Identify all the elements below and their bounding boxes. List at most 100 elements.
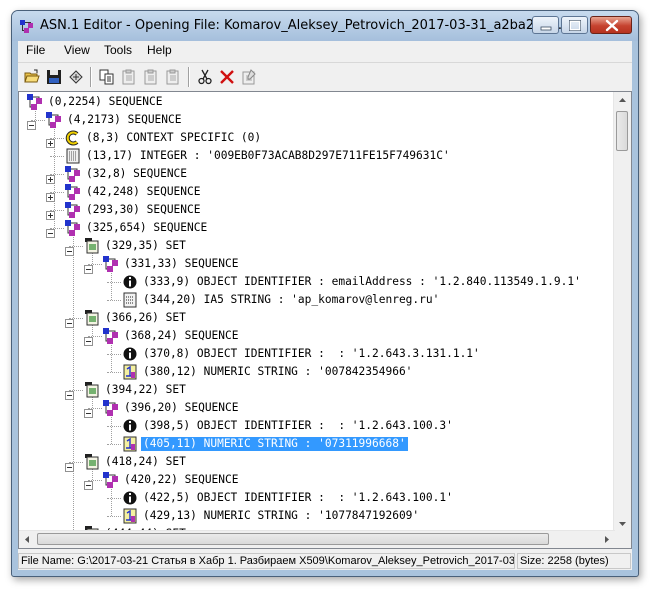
- tree-node-label[interactable]: (368,24) SEQUENCE: [122, 329, 241, 343]
- tree-node[interactable]: (293,30) SEQUENCE: [19, 201, 615, 220]
- collapse-icon[interactable]: [84, 331, 93, 346]
- tree-connector: [107, 444, 121, 445]
- edit-button[interactable]: [238, 66, 260, 88]
- tree-node-label[interactable]: (329,35) SET: [103, 239, 188, 253]
- collapse-icon[interactable]: [84, 259, 93, 274]
- tree-node[interactable]: (333,9) OBJECT IDENTIFIER : emailAddress…: [19, 273, 615, 291]
- scroll-right-icon[interactable]: [598, 531, 615, 548]
- export-button[interactable]: [65, 66, 87, 88]
- tree-node[interactable]: (394,22) SET: [19, 381, 615, 400]
- tree-node[interactable]: (405,11) NUMERIC STRING : '07311996668': [19, 435, 615, 453]
- tree-node[interactable]: (329,35) SET: [19, 237, 615, 256]
- scroll-left-icon[interactable]: [19, 531, 36, 548]
- tree-node[interactable]: (380,12) NUMERIC STRING : '007842354966': [19, 363, 615, 381]
- sequence-icon: [65, 202, 81, 218]
- vertical-scrollbar[interactable]: [613, 92, 631, 532]
- tree-node[interactable]: (422,5) OBJECT IDENTIFIER : : '1.2.643.1…: [19, 489, 615, 507]
- tree-node-label[interactable]: (420,22) SEQUENCE: [122, 473, 241, 487]
- tree-node-label[interactable]: (422,5) OBJECT IDENTIFIER : : '1.2.643.1…: [141, 491, 455, 505]
- close-button[interactable]: [590, 16, 632, 34]
- tree-node-label[interactable]: (8,3) CONTEXT SPECIFIC (0): [84, 131, 263, 145]
- tree-node[interactable]: (368,24) SEQUENCE: [19, 327, 615, 346]
- tree-node-label[interactable]: (418,24) SET: [103, 455, 188, 469]
- delete-button[interactable]: [216, 66, 238, 88]
- tree-node[interactable]: (325,654) SEQUENCE: [19, 219, 615, 238]
- tree-node[interactable]: (8,3) CONTEXT SPECIFIC (0): [19, 129, 615, 148]
- menu-help[interactable]: Help: [147, 43, 172, 57]
- collapse-icon[interactable]: [84, 403, 93, 418]
- set-icon: [84, 454, 100, 470]
- tree-node-label[interactable]: (405,11) NUMERIC STRING : '07311996668': [141, 437, 408, 451]
- sequence-icon: [103, 328, 119, 344]
- tree-node[interactable]: (420,22) SEQUENCE: [19, 471, 615, 490]
- tree-node-label[interactable]: (333,9) OBJECT IDENTIFIER : emailAddress…: [141, 275, 583, 289]
- collapse-icon[interactable]: [46, 223, 55, 238]
- tree-node-label[interactable]: (325,654) SEQUENCE: [84, 221, 209, 235]
- paste-after-button[interactable]: [162, 66, 184, 88]
- tree-node[interactable]: (0,2254) SEQUENCE: [19, 93, 615, 111]
- copy-button[interactable]: [96, 66, 118, 88]
- tree-node-label[interactable]: (394,22) SET: [103, 383, 188, 397]
- save-button[interactable]: [43, 66, 65, 88]
- horizontal-scrollbar[interactable]: [19, 530, 615, 548]
- tree-node-label[interactable]: (366,26) SET: [103, 311, 188, 325]
- numeric-string-icon: [122, 364, 138, 380]
- tree-node-label[interactable]: (13,17) INTEGER : '009EB0F73ACAB8D297E71…: [84, 149, 452, 163]
- tree-node-label[interactable]: (380,12) NUMERIC STRING : '007842354966': [141, 365, 414, 379]
- tree-node[interactable]: (42,248) SEQUENCE: [19, 183, 615, 202]
- expand-icon[interactable]: [46, 187, 55, 202]
- collapse-icon[interactable]: [65, 457, 74, 472]
- delete-icon: [220, 70, 234, 84]
- asn1-tree-view[interactable]: (0,2254) SEQUENCE (4,2173) SEQUENCE (8,3) …: [18, 91, 632, 549]
- tree-node-label[interactable]: (293,30) SEQUENCE: [84, 203, 203, 217]
- tree-node-label[interactable]: (32,8) SEQUENCE: [84, 167, 189, 181]
- collapse-icon[interactable]: [65, 241, 74, 256]
- vertical-scroll-thumb[interactable]: [616, 111, 628, 151]
- tree-node-label[interactable]: (396,20) SEQUENCE: [122, 401, 241, 415]
- expand-icon[interactable]: [46, 169, 55, 184]
- sequence-icon: [65, 166, 81, 182]
- tree-node[interactable]: (4,2173) SEQUENCE: [19, 111, 615, 130]
- cut-button[interactable]: [194, 66, 216, 88]
- collapse-icon[interactable]: [65, 385, 74, 400]
- tree-node[interactable]: (398,5) OBJECT IDENTIFIER : : '1.2.643.1…: [19, 417, 615, 435]
- sequence-icon: [46, 112, 62, 128]
- sequence-icon: [103, 256, 119, 272]
- minimize-button[interactable]: [532, 16, 559, 34]
- tree-node-label[interactable]: (0,2254) SEQUENCE: [46, 95, 165, 109]
- sequence-icon: [103, 400, 119, 416]
- menu-view[interactable]: View: [64, 43, 90, 57]
- menu-file[interactable]: File: [26, 43, 45, 57]
- tree-node[interactable]: (370,8) OBJECT IDENTIFIER : : '1.2.643.3…: [19, 345, 615, 363]
- tree-node[interactable]: (429,13) NUMERIC STRING : '1077847192609…: [19, 507, 615, 525]
- menu-tools[interactable]: Tools: [104, 43, 132, 57]
- tree-node-label[interactable]: (398,5) OBJECT IDENTIFIER : : '1.2.643.1…: [141, 419, 455, 433]
- collapse-icon[interactable]: [84, 475, 93, 490]
- tree-node[interactable]: (396,20) SEQUENCE: [19, 399, 615, 418]
- tree-node-label[interactable]: (4,2173) SEQUENCE: [65, 113, 184, 127]
- tree-node-label[interactable]: (344,20) IA5 STRING : 'ap_komarov@lenreg…: [141, 293, 441, 307]
- tree-node-label[interactable]: (370,8) OBJECT IDENTIFIER : : '1.2.643.3…: [141, 347, 482, 361]
- tree-node[interactable]: (344,20) IA5 STRING : 'ap_komarov@lenreg…: [19, 291, 615, 309]
- tree-node-label[interactable]: (42,248) SEQUENCE: [84, 185, 203, 199]
- tree-connector: [107, 372, 121, 373]
- title-bar[interactable]: ASN.1 Editor - Opening File: Komarov_Ale…: [12, 11, 638, 41]
- horizontal-scroll-thumb[interactable]: [37, 533, 549, 545]
- scroll-down-icon[interactable]: [614, 515, 631, 532]
- maximize-button[interactable]: [561, 16, 588, 34]
- expand-icon[interactable]: [46, 133, 55, 148]
- tree-node[interactable]: (331,33) SEQUENCE: [19, 255, 615, 274]
- tree-node[interactable]: (13,17) INTEGER : '009EB0F73ACAB8D297E71…: [19, 147, 615, 165]
- tree-node[interactable]: (366,26) SET: [19, 309, 615, 328]
- tree-node-label[interactable]: (331,33) SEQUENCE: [122, 257, 241, 271]
- paste-button[interactable]: [118, 66, 140, 88]
- expand-icon[interactable]: [46, 205, 55, 220]
- tree-node[interactable]: (418,24) SET: [19, 453, 615, 472]
- open-button[interactable]: [21, 66, 43, 88]
- scroll-up-icon[interactable]: [614, 92, 631, 109]
- tree-node-label[interactable]: (429,13) NUMERIC STRING : '1077847192609…: [141, 509, 421, 523]
- collapse-icon[interactable]: [65, 313, 74, 328]
- paste-before-button[interactable]: [140, 66, 162, 88]
- collapse-icon[interactable]: [27, 115, 36, 130]
- tree-node[interactable]: (32,8) SEQUENCE: [19, 165, 615, 184]
